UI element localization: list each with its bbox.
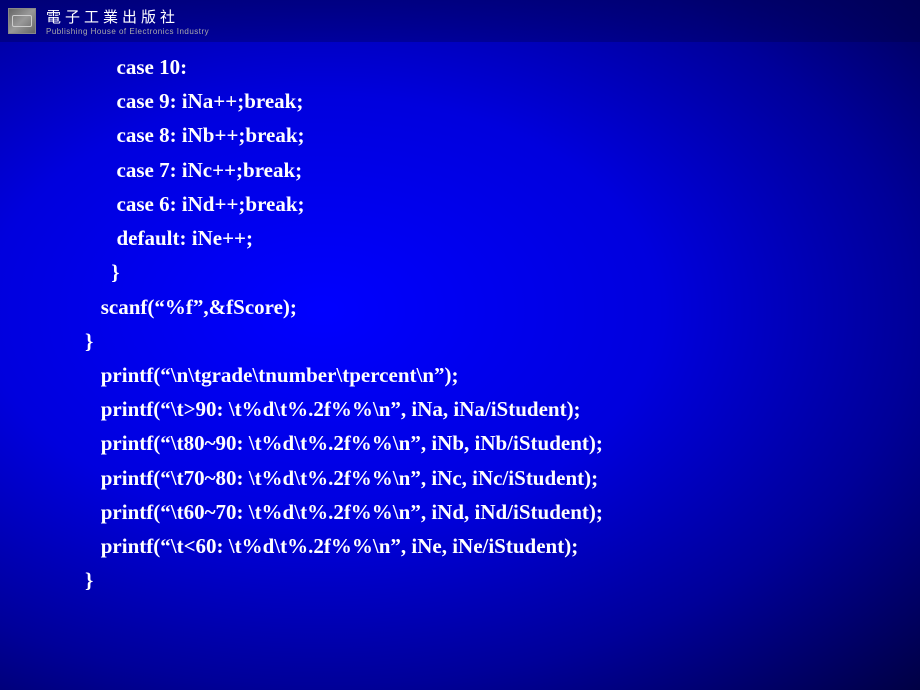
header-title-cn: 電子工業出版社 xyxy=(46,6,209,27)
header-bar: 電子工業出版社 Publishing House of Electronics … xyxy=(0,0,920,42)
header-text-block: 電子工業出版社 Publishing House of Electronics … xyxy=(46,6,209,36)
header-title-en: Publishing House of Electronics Industry xyxy=(46,27,209,36)
publisher-logo-icon xyxy=(8,8,36,34)
code-block: case 10: case 9: iNa++;break; case 8: iN… xyxy=(85,50,603,598)
